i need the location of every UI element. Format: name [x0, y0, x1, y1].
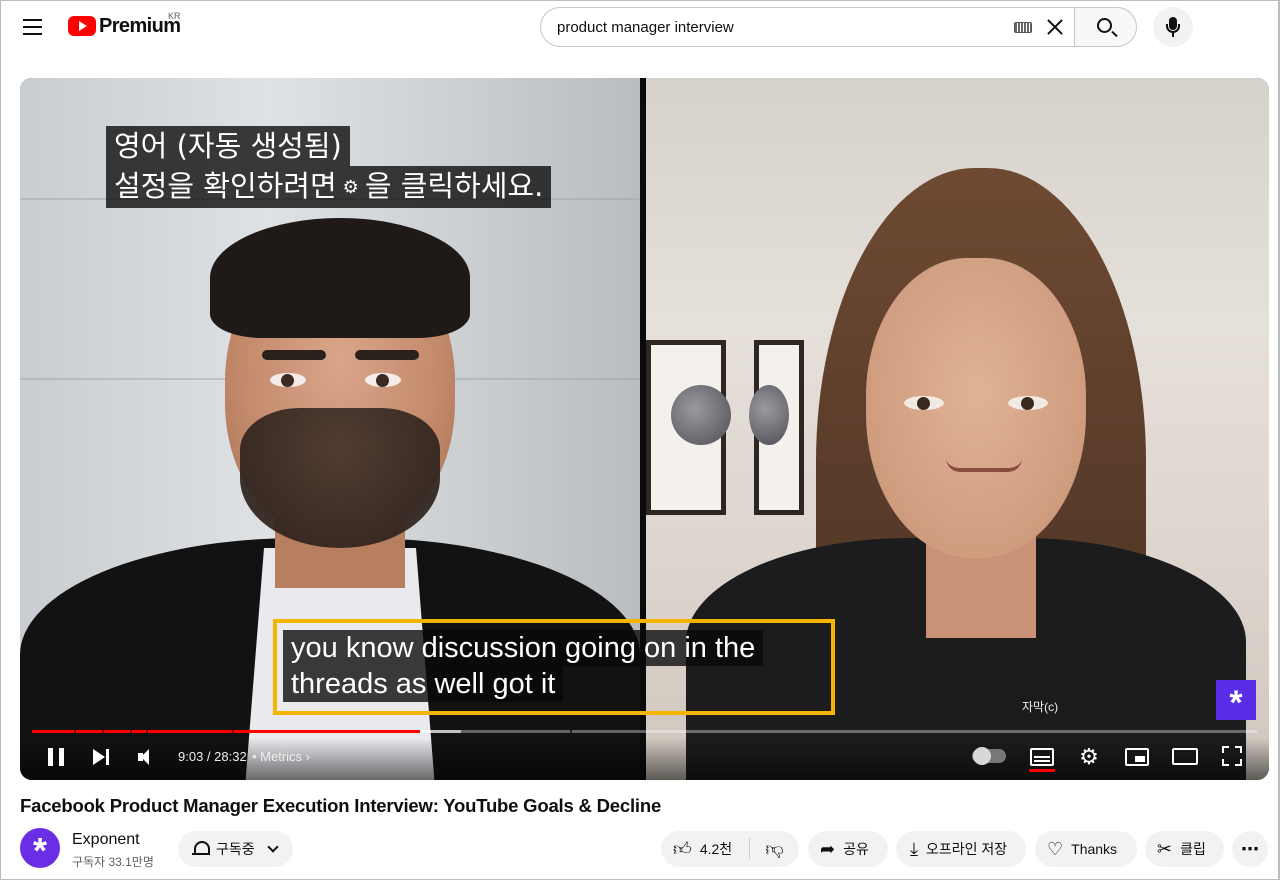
autoplay-toggle[interactable] [972, 747, 1006, 765]
youtube-play-icon [68, 16, 96, 36]
search-icon [1097, 18, 1112, 33]
chapter-button[interactable]: • Metrics › [252, 749, 310, 764]
settings-gear-icon: ⚙ [342, 177, 359, 198]
subscribed-label: 구독중 [216, 841, 255, 857]
bell-icon [192, 840, 210, 858]
channel-avatar[interactable]: * [20, 828, 60, 871]
search-button[interactable] [1074, 7, 1137, 47]
more-actions-icon[interactable]: ⋯ [1232, 831, 1268, 867]
video-player[interactable]: 영어 (자동 생성됨) 설정을 확인하려면 ⚙ 을 클릭하세요. you know … [20, 78, 1269, 780]
channel-name[interactable]: Exponent [72, 831, 140, 849]
subscribed-button[interactable]: 구독중 [178, 831, 293, 867]
caption-notice-line2: 설정을 확인하려면 ⚙ 을 클릭하세요. [106, 166, 552, 208]
voice-search-button[interactable] [1153, 7, 1193, 47]
download-icon: ⤓ [910, 838, 918, 860]
progress-bar[interactable] [32, 730, 1257, 733]
fullscreen-icon[interactable] [1222, 746, 1242, 766]
miniplayer-icon[interactable] [1125, 748, 1149, 766]
subtitles-icon[interactable] [1030, 748, 1054, 766]
thanks-label: Thanks [1071, 841, 1118, 857]
volume-icon[interactable] [138, 749, 158, 765]
like-button[interactable]: 👍︎ 4.2천 [661, 831, 749, 867]
subtitles-tooltip: 자막(c) [1014, 694, 1067, 719]
caption-notice-line1: 영어 (자동 생성됨) [106, 126, 350, 166]
settings-icon[interactable]: ⚙ [1078, 746, 1100, 768]
share-button[interactable]: ➦ 공유 [808, 831, 888, 867]
pause-icon[interactable] [48, 748, 64, 766]
clip-label: 클립 [1180, 841, 1206, 857]
menu-icon[interactable] [20, 14, 46, 40]
scissors-icon: ✂ [1157, 838, 1173, 860]
chevron-down-icon [266, 841, 279, 853]
keyboard-icon[interactable] [1014, 21, 1032, 33]
dislike-button[interactable]: 👎︎ [750, 831, 799, 867]
like-count: 4.2천 [699, 841, 733, 857]
share-icon: ➦ [820, 838, 836, 860]
offline-save-label: 오프라인 저장 [925, 841, 1008, 857]
offline-save-button[interactable]: ⤓ 오프라인 저장 [896, 831, 1026, 867]
subtitle-highlight-box [273, 619, 835, 715]
subtitles-active-indicator [1029, 769, 1055, 772]
logo-region: KR [168, 11, 181, 21]
youtube-logo[interactable]: Premium [68, 13, 181, 39]
thanks-button[interactable]: ♡ Thanks [1035, 831, 1137, 867]
thumbs-down-icon: 👎︎ [765, 839, 784, 860]
clip-button[interactable]: ✂ 클립 [1145, 831, 1224, 867]
caption-notice: 영어 (자동 생성됨) 설정을 확인하려면 ⚙ 을 클릭하세요. [106, 126, 552, 208]
thumbs-up-icon: 👍︎ [673, 839, 692, 859]
next-icon[interactable] [93, 748, 111, 766]
share-label: 공유 [843, 841, 869, 857]
search-box[interactable]: product manager interview [540, 7, 1074, 47]
search-input[interactable]: product manager interview [557, 19, 1014, 36]
theater-mode-icon[interactable] [1172, 748, 1198, 765]
like-dislike-group: 👍︎ 4.2천 👎︎ [661, 831, 799, 867]
time-display: 9:03 / 28:32 [178, 749, 247, 764]
clear-search-icon[interactable] [1044, 16, 1066, 38]
player-controls: 9:03 / 28:32 • Metrics › ⚙ [20, 738, 1269, 780]
channel-watermark-icon[interactable]: * [1216, 680, 1256, 722]
thanks-heart-icon: ♡ [1047, 838, 1064, 860]
subscriber-count: 구독자 33.1만명 [72, 855, 154, 869]
progress-played [32, 730, 421, 733]
video-title: Facebook Product Manager Execution Inter… [20, 795, 662, 816]
